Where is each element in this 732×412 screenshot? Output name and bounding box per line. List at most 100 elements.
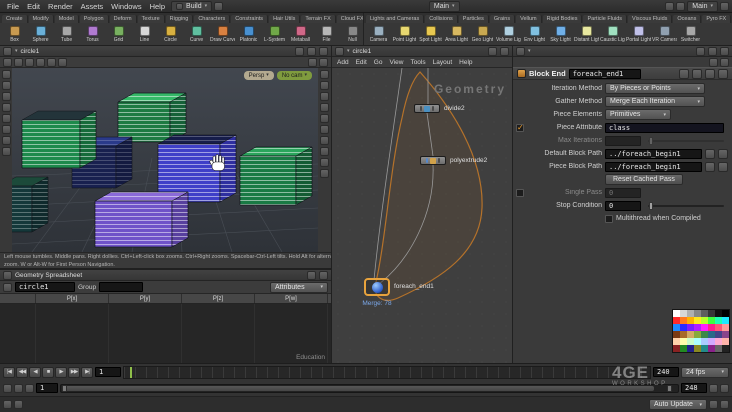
color-swatch[interactable]	[687, 331, 694, 338]
shelf-tab[interactable]: Terrain FX	[301, 15, 336, 23]
max-iterations-field[interactable]	[605, 135, 641, 146]
shelf-tab[interactable]: Hair Utils	[269, 15, 301, 23]
color-swatch[interactable]	[694, 345, 701, 352]
network-menu-item[interactable]: Add	[334, 59, 352, 66]
shelf-tab[interactable]: Pyro FX	[702, 15, 732, 23]
shelf-tab[interactable]: Model	[54, 15, 79, 23]
shelf-tool[interactable]: Metaball	[288, 25, 313, 43]
range-handle-end[interactable]	[667, 384, 672, 392]
shelf-tool[interactable]: L-System	[262, 25, 287, 43]
color-swatch[interactable]	[680, 345, 687, 352]
color-swatch[interactable]	[715, 338, 722, 345]
shelf-tool[interactable]: VR Camera	[652, 25, 677, 43]
jump-to-node-icon[interactable]	[705, 68, 715, 79]
shelf-tool[interactable]: Switcher	[678, 25, 703, 43]
menu-item[interactable]: Windows	[107, 2, 145, 11]
menu-item[interactable]: Help	[146, 2, 169, 11]
color-swatch[interactable]	[708, 317, 715, 324]
color-swatch[interactable]	[708, 331, 715, 338]
maximize-pane-icon[interactable]	[319, 46, 328, 56]
iteration-method-dropdown[interactable]: By Pieces or Points	[605, 83, 705, 94]
snap-tool-icon[interactable]	[1, 136, 11, 145]
color-swatch[interactable]	[722, 310, 729, 317]
shelf-tool[interactable]: Spot Light	[418, 25, 443, 43]
color-swatch[interactable]	[708, 310, 715, 317]
shelf-tool[interactable]: Box	[2, 25, 27, 43]
shelf-tab[interactable]: Polygon	[79, 15, 109, 23]
scale-tool-icon[interactable]	[1, 114, 11, 123]
network-menu-item[interactable]: Layout	[430, 59, 456, 66]
range-start-field[interactable]: 1	[36, 383, 58, 394]
color-swatch[interactable]	[715, 324, 722, 331]
color-swatch[interactable]	[701, 338, 708, 345]
shelf-tool[interactable]: Geo Light	[470, 25, 495, 43]
network-menu-item[interactable]: View	[386, 59, 406, 66]
update-mode-dropdown[interactable]: Auto Update	[649, 399, 707, 411]
single-pass-checkbox[interactable]	[516, 188, 524, 197]
color-swatch[interactable]	[694, 338, 701, 345]
shelf-tab[interactable]: Constraints	[231, 15, 269, 23]
snapshot-icon[interactable]	[320, 158, 329, 167]
menu-item[interactable]: File	[3, 2, 23, 11]
take-selector-right[interactable]: Main ▾	[687, 0, 718, 12]
shelf-tab[interactable]: Viscous Fluids	[628, 15, 673, 23]
scene-view-path[interactable]: circle1	[21, 48, 40, 55]
shelf-tool[interactable]: Volume Light	[496, 25, 521, 43]
handles-tool-icon[interactable]	[1, 125, 11, 134]
network-menu-item[interactable]: Help	[456, 59, 475, 66]
shelf-tab[interactable]: Rigging	[165, 15, 194, 23]
color-swatch[interactable]	[680, 317, 687, 324]
color-swatch[interactable]	[722, 317, 729, 324]
shelf-tab[interactable]: Oceans	[673, 15, 702, 23]
color-swatch[interactable]	[701, 345, 708, 352]
node-name-field[interactable]: foreach_end1	[568, 68, 641, 79]
wireframe-toggle-icon[interactable]	[320, 125, 329, 134]
color-swatch[interactable]	[722, 338, 729, 345]
shelf-tab[interactable]: Cloud FX	[336, 15, 363, 23]
shelf-tool[interactable]: Area Light	[444, 25, 469, 43]
pin-icon[interactable]	[295, 46, 304, 56]
shelf-tool[interactable]: Sky Light	[548, 25, 573, 43]
shelf-tool[interactable]: Curve	[184, 25, 209, 43]
desktop-save-icon[interactable]	[214, 1, 224, 11]
shelf-tool[interactable]: Point Light	[392, 25, 417, 43]
grid-toggle-icon[interactable]	[320, 147, 329, 156]
maximize-pane-icon[interactable]	[319, 270, 328, 280]
node-foreach-end1[interactable]	[364, 278, 390, 296]
pin-icon[interactable]	[696, 46, 705, 56]
key-tool-icon[interactable]	[1, 147, 11, 156]
go-end-button[interactable]: ▶|	[81, 366, 93, 378]
lock-icon[interactable]	[679, 68, 689, 79]
pane-tab-icon[interactable]	[3, 46, 12, 56]
column-header[interactable]: P[y]	[109, 294, 182, 303]
rotate-tool-icon[interactable]	[1, 103, 11, 112]
gear-icon[interactable]	[709, 57, 718, 67]
help-icon[interactable]	[718, 68, 728, 79]
shelf-tool[interactable]: Platonic	[236, 25, 261, 43]
spreadsheet-pane-title[interactable]: Geometry Spreadsheet	[15, 272, 82, 279]
menu-item[interactable]: Render	[44, 2, 77, 11]
shelf-tool[interactable]: Distant Light	[574, 25, 599, 43]
help-icon[interactable]	[720, 1, 729, 11]
cook-mode-icon[interactable]	[709, 400, 718, 410]
node-bypass-flag[interactable]	[420, 106, 422, 111]
frame-view-icon[interactable]	[320, 92, 329, 101]
shelf-tab[interactable]: Characters	[194, 15, 231, 23]
color-swatch[interactable]	[694, 310, 701, 317]
shelf-tab[interactable]: Particles	[458, 15, 489, 23]
network-canvas[interactable]: Geometry divide2 polyextrude2 foreach_en…	[332, 68, 512, 363]
current-frame-field[interactable]: 1	[95, 367, 121, 378]
layout-icon[interactable]	[320, 70, 329, 79]
global-animation-options-icon[interactable]	[720, 383, 729, 393]
color-swatch[interactable]	[708, 345, 715, 352]
timeline-ruler[interactable]	[123, 365, 651, 379]
shelf-tool[interactable]: Torus	[80, 25, 105, 43]
playback-options-icon[interactable]	[14, 383, 23, 393]
shelf-tab[interactable]: Texture	[137, 15, 165, 23]
shelf-tool[interactable]: Draw Curve	[210, 25, 235, 43]
color-swatch[interactable]	[673, 324, 680, 331]
shelf-tab[interactable]: Grains	[489, 15, 516, 23]
range-bar[interactable]	[62, 385, 655, 391]
color-swatch[interactable]	[687, 338, 694, 345]
column-header[interactable]: P[z]	[182, 294, 255, 303]
